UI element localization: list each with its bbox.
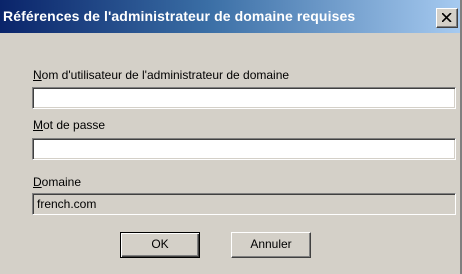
password-label: Mot de passe [33,118,106,132]
username-label: Nom d'utilisateur de l'administrateur de… [33,68,290,82]
username-input[interactable] [32,87,456,109]
dialog-title: Références de l'administrateur de domain… [3,8,356,24]
close-button[interactable] [436,8,458,28]
ok-button[interactable]: OK [120,232,200,258]
cancel-button[interactable]: Annuler [231,232,311,258]
close-x-icon [442,13,452,22]
domain-label: Domaine [33,175,82,189]
title-bar[interactable]: Références de l'administrateur de domain… [0,0,460,33]
domain-field[interactable] [32,193,456,215]
password-input[interactable] [32,138,456,160]
domain-admin-credentials-dialog: Références de l'administrateur de domain… [0,0,462,274]
